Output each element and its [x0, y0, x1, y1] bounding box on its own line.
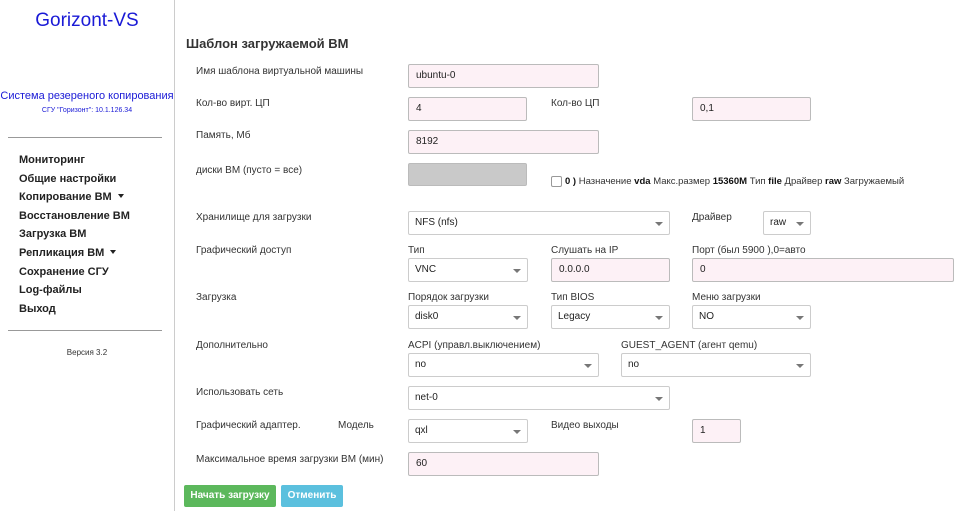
nav-item-vm-restore[interactable]: Восстановление ВМ: [19, 208, 130, 227]
listen-ip-label: Слушать на IP: [551, 245, 619, 256]
sidebar-divider: [8, 330, 162, 331]
chevron-down-icon: [513, 430, 521, 434]
port-label: Порт (был 5900 ),0=авто: [692, 245, 806, 256]
vcpu-label: Кол-во вирт. ЦП: [196, 98, 270, 109]
video-outputs-label: Видео выходы: [551, 420, 619, 431]
graphics-type-label: Тип: [408, 245, 425, 256]
chevron-down-icon: [110, 249, 117, 254]
guest-agent-label: GUEST_AGENT (агент qemu): [621, 340, 758, 351]
chevron-down-icon: [796, 222, 804, 226]
bios-type-select[interactable]: Legacy: [551, 305, 670, 329]
network-label: Использовать сеть: [196, 387, 284, 398]
disks-input-disabled: [408, 163, 527, 186]
chevron-down-icon: [655, 222, 663, 226]
chevron-down-icon: [584, 364, 592, 368]
network-select[interactable]: net-0: [408, 386, 670, 410]
graphics-adapter-label: Графический адаптер.: [196, 420, 301, 431]
disk-info: 0 ) Назначение vda Макс.размер 15360M Ти…: [565, 176, 905, 187]
nav-item-sgu-save[interactable]: Сохранение СГУ: [19, 264, 130, 283]
nav-item-vm-boot[interactable]: Загрузка ВМ: [19, 226, 130, 245]
boot-menu-select[interactable]: NO: [692, 305, 811, 329]
memory-label: Память, Мб: [196, 130, 251, 141]
extra-label: Дополнительно: [196, 340, 268, 351]
memory-input[interactable]: 8192: [408, 130, 599, 154]
model-select[interactable]: qxl: [408, 419, 528, 443]
max-boot-time-input[interactable]: 60: [408, 452, 599, 476]
guest-agent-select[interactable]: no: [621, 353, 811, 377]
boot-order-label: Порядок загрузки: [408, 292, 489, 303]
sidebar-divider: [8, 137, 162, 138]
chevron-down-icon: [513, 269, 521, 273]
chevron-down-icon: [655, 397, 663, 401]
port-input[interactable]: 0: [692, 258, 954, 282]
acpi-select[interactable]: no: [408, 353, 599, 377]
host-address: СГУ "Горизонт": 10.1.126.34: [41, 107, 133, 114]
sidebar: Gorizont-VS Система резереного копирован…: [0, 0, 175, 511]
disks-label: диски ВМ (пусто = все): [196, 165, 303, 176]
nav-item-monitoring[interactable]: Мониторинг: [19, 152, 130, 171]
disk-checkbox[interactable]: [551, 176, 562, 187]
start-boot-button[interactable]: Начать загрузку: [184, 485, 276, 507]
storage-select[interactable]: NFS (nfs): [408, 211, 670, 235]
nav-item-vm-backup[interactable]: Копирование ВМ: [19, 189, 130, 208]
boot-order-select[interactable]: disk0: [408, 305, 528, 329]
vcpu-input[interactable]: 4: [408, 97, 527, 121]
graphics-access-label: Графический доступ: [196, 245, 292, 256]
cpu-input[interactable]: 0,1: [692, 97, 811, 121]
chevron-down-icon: [796, 316, 804, 320]
nav-item-vm-replication[interactable]: Репликация ВМ: [19, 245, 130, 264]
driver-label: Драйвер: [692, 212, 732, 223]
chevron-down-icon: [796, 364, 804, 368]
driver-select[interactable]: raw: [763, 211, 811, 235]
nav-item-exit[interactable]: Выход: [19, 301, 130, 320]
video-outputs-input[interactable]: 1: [692, 419, 741, 443]
listen-ip-input[interactable]: 0.0.0.0: [551, 258, 670, 282]
version-label: Версия 3.2: [66, 348, 108, 357]
nav-item-log-files[interactable]: Log-файлы: [19, 282, 130, 301]
storage-label: Хранилище для загрузки: [196, 212, 312, 223]
chevron-down-icon: [655, 316, 663, 320]
bios-type-label: Тип BIOS: [551, 292, 595, 303]
max-boot-time-label: Максимальное время загрузки ВМ (мин): [196, 454, 384, 465]
page-title: Шаблон загружаемой ВМ: [186, 36, 349, 51]
brand-title: Gorizont-VS: [35, 10, 139, 31]
nav-item-general-settings[interactable]: Общие настройки: [19, 171, 130, 190]
cpu-label: Кол-во ЦП: [551, 98, 600, 109]
system-subtitle: Система резереного копирования: [0, 90, 174, 102]
template-name-label: Имя шаблона виртуальной машины: [196, 66, 364, 77]
model-label: Модель: [338, 420, 374, 431]
chevron-down-icon: [117, 194, 124, 199]
chevron-down-icon: [513, 316, 521, 320]
template-name-input[interactable]: ubuntu-0: [408, 64, 599, 88]
graphics-type-select[interactable]: VNC: [408, 258, 528, 282]
acpi-label: ACPI (управл.выключением): [408, 340, 541, 351]
sidebar-nav: Мониторинг Общие настройки Копирование В…: [19, 152, 130, 319]
boot-label: Загрузка: [196, 292, 237, 303]
boot-menu-label: Меню загрузки: [692, 292, 761, 303]
cancel-button[interactable]: Отменить: [281, 485, 343, 507]
